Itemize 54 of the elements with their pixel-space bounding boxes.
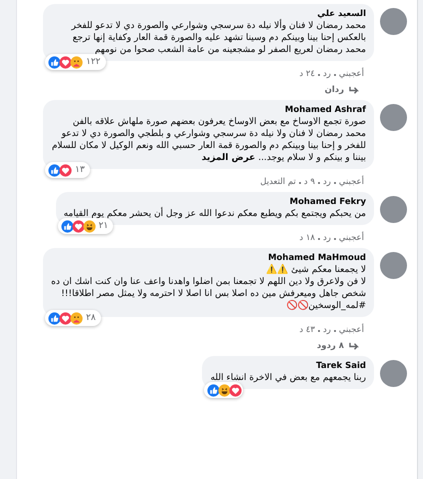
separator-dot [334, 238, 336, 240]
action-link[interactable]: أعجبني [338, 69, 364, 80]
view-replies-link[interactable]: ردان [310, 80, 374, 96]
action-link[interactable]: أعجبني [338, 325, 364, 336]
avatar[interactable] [380, 196, 407, 223]
view-replies-link[interactable]: ٨ ردود [302, 336, 374, 352]
action-link[interactable]: رد [322, 325, 331, 336]
author-name[interactable]: Tarek Said [210, 360, 366, 372]
timestamp: ٤٣ د [299, 325, 315, 336]
reaction-count: ١٢٢ [86, 56, 101, 68]
timestamp: تم التعديل [260, 177, 296, 188]
avatar[interactable] [380, 252, 407, 279]
reaction-count: ٢٨ [86, 312, 96, 324]
reactions-badge[interactable] [204, 382, 244, 398]
avatar[interactable] [380, 360, 407, 387]
author-name[interactable]: السعيد علي [51, 8, 366, 20]
author-name[interactable]: Mohamed Ashraf [51, 104, 366, 116]
comment-text: ربنا يجمعهم مع بعض في الاخرة انشاء الله [210, 372, 366, 384]
avatar[interactable] [380, 8, 407, 35]
separator-dot [334, 330, 336, 332]
reply-arrow-icon [349, 86, 360, 95]
separator-dot [318, 330, 320, 332]
separator-dot [334, 74, 336, 76]
comment-text: لا يجمعنا معكم شيئ ⚠⚠ لا فن ولاعرق ولا دين اللهم لا تجمعنا بمن اضلوا واهدنا واعف عنا وان كنت اشك ان ده شخص جاهل وميعرفش مين ده اصلا بس انا اصلا لا احترمه ولا يمثل مصر اطلاقا!!! #لمه_الوسخين🚫🚫 [51, 264, 366, 312]
comment-text: محمد رمضان لا فنان وألا نيله دة سرسجي وشوارعي والصورة دي لا تدعو للفخر بالعكس إحنا بينا وبينكم دم وسينا تشهد عليه والصورة قمة العار وكفاية إنها ترجع محمد رمضان لعريع الصفر لو مشجعينه من عامة الشعب صحوا من نومهم [70, 20, 366, 56]
comment-text: من يحبكم ويجتمع بكم ويطبع معكم ندعوا الله عز وجل أن يحشر معكم يوم القيامه [64, 208, 366, 220]
reactions-badge[interactable]: ١٣ [45, 162, 90, 178]
action-link[interactable]: رد [322, 233, 331, 244]
separator-dot [318, 74, 320, 76]
reactions-badge[interactable]: ٢٨ [45, 310, 101, 326]
reaction-count: ٢١ [98, 220, 108, 232]
laughing-face-icon [82, 220, 96, 232]
action-link[interactable]: رد [322, 69, 331, 80]
thumbs-up-icon [207, 384, 220, 396]
author-name[interactable]: Mohamed MaHmoud [51, 252, 366, 264]
reaction-count: ١٣ [75, 164, 85, 176]
avatar[interactable] [380, 104, 407, 131]
timestamp: ٩ د [304, 177, 315, 188]
see-more-link[interactable]: عرض المزيد [202, 153, 256, 163]
reply-arrow-icon [349, 342, 360, 351]
action-link[interactable]: أعجبني [338, 233, 364, 244]
timestamp: ٢٤ د [299, 69, 315, 80]
laughing-face-icon [218, 384, 232, 396]
timestamp: ١٨ د [299, 233, 315, 244]
reactions-badge[interactable]: ٢١ [58, 218, 114, 234]
separator-dot [334, 182, 336, 184]
action-link[interactable]: رد [322, 177, 331, 188]
separator-dot [318, 182, 320, 184]
comment-text: صورة تجمع الاوساخ مع بعض الاوساخ يعرفون بعضهم صورة ملهاش علاقه بالفن محمد رمضان لا فنان ولا نيله دة سرسجي وشوارعي و بلطجي والصورة دي لا تدعو للفخر و إحنا بينا وبينكم دم والصورة قمة العار حسبي الله ونعم الوكيل لا مكان للسلام بيننا و بينكم و لا سلام يوجد... عرض المزيد [51, 116, 366, 164]
separator-dot [318, 238, 320, 240]
separator-dot [298, 182, 301, 184]
reactions-badge[interactable]: ١٢٢ [45, 54, 106, 70]
action-link[interactable]: أعجبني [338, 177, 364, 188]
author-name[interactable]: Mohamed Fekry [64, 196, 366, 208]
